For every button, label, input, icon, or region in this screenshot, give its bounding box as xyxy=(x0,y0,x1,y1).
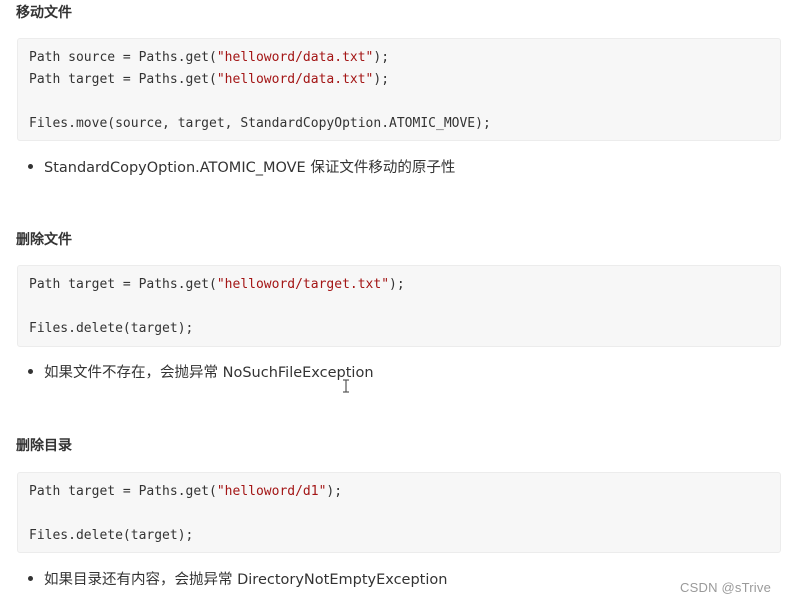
code-line: Path target = Paths.get("helloword/data.… xyxy=(29,72,390,87)
bullet-item-delete-file: 如果文件不存在，会抛异常 NoSuchFileException xyxy=(28,364,374,382)
code-line: Path source = Paths.get("helloword/data.… xyxy=(29,50,390,65)
code-line: Files.move(source, target, StandardCopyO… xyxy=(29,116,491,131)
section-heading-delete-file: 删除文件 xyxy=(16,232,72,248)
bullet-item-move-file: StandardCopyOption.ATOMIC_MOVE 保证文件移动的原子… xyxy=(28,159,455,177)
watermark: CSDN @sTrive xyxy=(680,580,771,595)
code-block-move-file: Path source = Paths.get("helloword/data.… xyxy=(17,38,781,141)
text-cursor-icon xyxy=(343,379,349,393)
code-block-delete-dir: Path target = Paths.get("helloword/d1");… xyxy=(17,472,781,553)
code-line: Files.delete(target); xyxy=(29,528,194,543)
code-line: Path target = Paths.get("helloword/d1"); xyxy=(29,484,343,499)
section-heading-delete-dir: 删除目录 xyxy=(16,438,72,454)
bullet-dot-icon xyxy=(28,576,33,581)
bullet-dot-icon xyxy=(28,369,33,374)
code-line: Files.delete(target); xyxy=(29,321,194,336)
code-line: Path target = Paths.get("helloword/targe… xyxy=(29,277,405,292)
section-heading-move-file: 移动文件 xyxy=(16,5,72,21)
bullet-item-delete-dir: 如果目录还有内容，会抛异常 DirectoryNotEmptyException xyxy=(28,571,447,589)
code-block-delete-file: Path target = Paths.get("helloword/targe… xyxy=(17,265,781,347)
bullet-dot-icon xyxy=(28,164,33,169)
